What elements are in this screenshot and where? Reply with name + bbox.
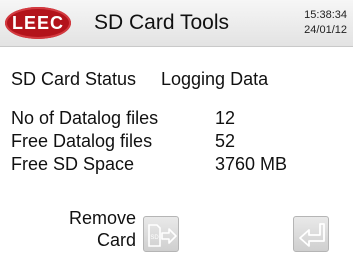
- sd-card-tools-screen: LEEC SD Card Tools 15:38:34 24/01/12 SD …: [0, 0, 353, 266]
- clock-time: 15:38:34: [304, 9, 347, 21]
- back-button[interactable]: [293, 216, 329, 252]
- free-sd-space-value: 3760 MB: [215, 154, 288, 174]
- sd-status-value: Logging Data: [161, 69, 269, 89]
- remove-card-label: Remove Card: [40, 207, 136, 251]
- free-sd-space-label: Free SD Space: [11, 154, 135, 174]
- return-arrow-icon: [299, 223, 325, 247]
- sd-status-label: SD Card Status: [11, 69, 137, 89]
- remove-card-label-line2: Card: [96, 230, 136, 250]
- remove-card-button[interactable]: SD: [143, 216, 179, 252]
- datalog-files-count-value: 12: [215, 108, 236, 128]
- clock-date: 24/01/12: [304, 24, 347, 36]
- free-datalog-files-value: 52: [215, 131, 236, 151]
- sd-icon-text: SD: [150, 235, 159, 241]
- leec-logo: LEEC: [5, 7, 71, 39]
- remove-card-label-line1: Remove: [68, 208, 136, 228]
- sd-card-arrow-icon: SD: [148, 224, 177, 247]
- free-datalog-files-label: Free Datalog files: [11, 131, 153, 151]
- page-title: SD Card Tools: [94, 11, 230, 34]
- datalog-files-count-label: No of Datalog files: [11, 108, 159, 128]
- header-bar: LEEC SD Card Tools 15:38:34 24/01/12: [0, 0, 353, 47]
